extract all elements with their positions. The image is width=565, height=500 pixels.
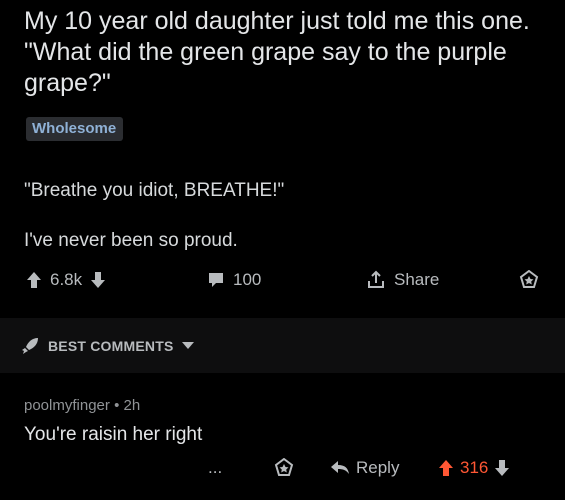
post-flair[interactable]: Wholesome [26, 117, 124, 141]
post-title: My 10 year old daughter just told me thi… [24, 7, 530, 97]
post-actions: 6.8k 100 Share [26, 270, 546, 296]
award-icon [519, 270, 539, 290]
comment-meta: poolmyfinger • 2h [24, 397, 140, 414]
post-body-line: I've never been so proud. [24, 230, 238, 251]
upvote-icon[interactable] [26, 271, 42, 289]
comment-text: You're raisin her right [24, 424, 203, 445]
comments-button[interactable]: 100 [207, 270, 261, 290]
more-options-label: ... [208, 458, 223, 477]
comment-actions: ... Reply 316 [200, 458, 550, 484]
comment-icon [207, 271, 225, 289]
upvote-icon[interactable] [438, 459, 454, 477]
reply-label: Reply [356, 458, 400, 477]
post-body-quote: "Breathe you idiot, BREATHE!" [24, 180, 285, 201]
comment-score: 316 [460, 458, 489, 477]
reply-icon [330, 460, 350, 476]
share-icon [366, 270, 386, 290]
comment-award-button[interactable] [274, 458, 294, 478]
downvote-icon[interactable] [494, 459, 510, 477]
award-icon [274, 458, 294, 478]
comment-author[interactable]: poolmyfinger [24, 397, 110, 414]
upvote-count: 6.8k [50, 270, 83, 289]
sort-dropdown[interactable]: BEST COMMENTS [20, 336, 194, 356]
meta-separator: • [114, 397, 120, 414]
vote-group: 6.8k [26, 270, 106, 290]
rocket-icon [20, 336, 40, 356]
comment-age: 2h [123, 397, 141, 414]
award-button[interactable] [519, 270, 539, 290]
share-button[interactable]: Share [366, 270, 439, 290]
reply-button[interactable]: Reply [330, 458, 399, 478]
caret-down-icon [181, 342, 194, 350]
sort-label: BEST COMMENTS [48, 338, 174, 354]
downvote-icon[interactable] [90, 271, 106, 289]
comment-count: 100 [233, 270, 262, 289]
comment-vote-group: 316 [438, 458, 510, 478]
more-options-button[interactable]: ... [208, 458, 222, 478]
share-label: Share [394, 270, 440, 289]
